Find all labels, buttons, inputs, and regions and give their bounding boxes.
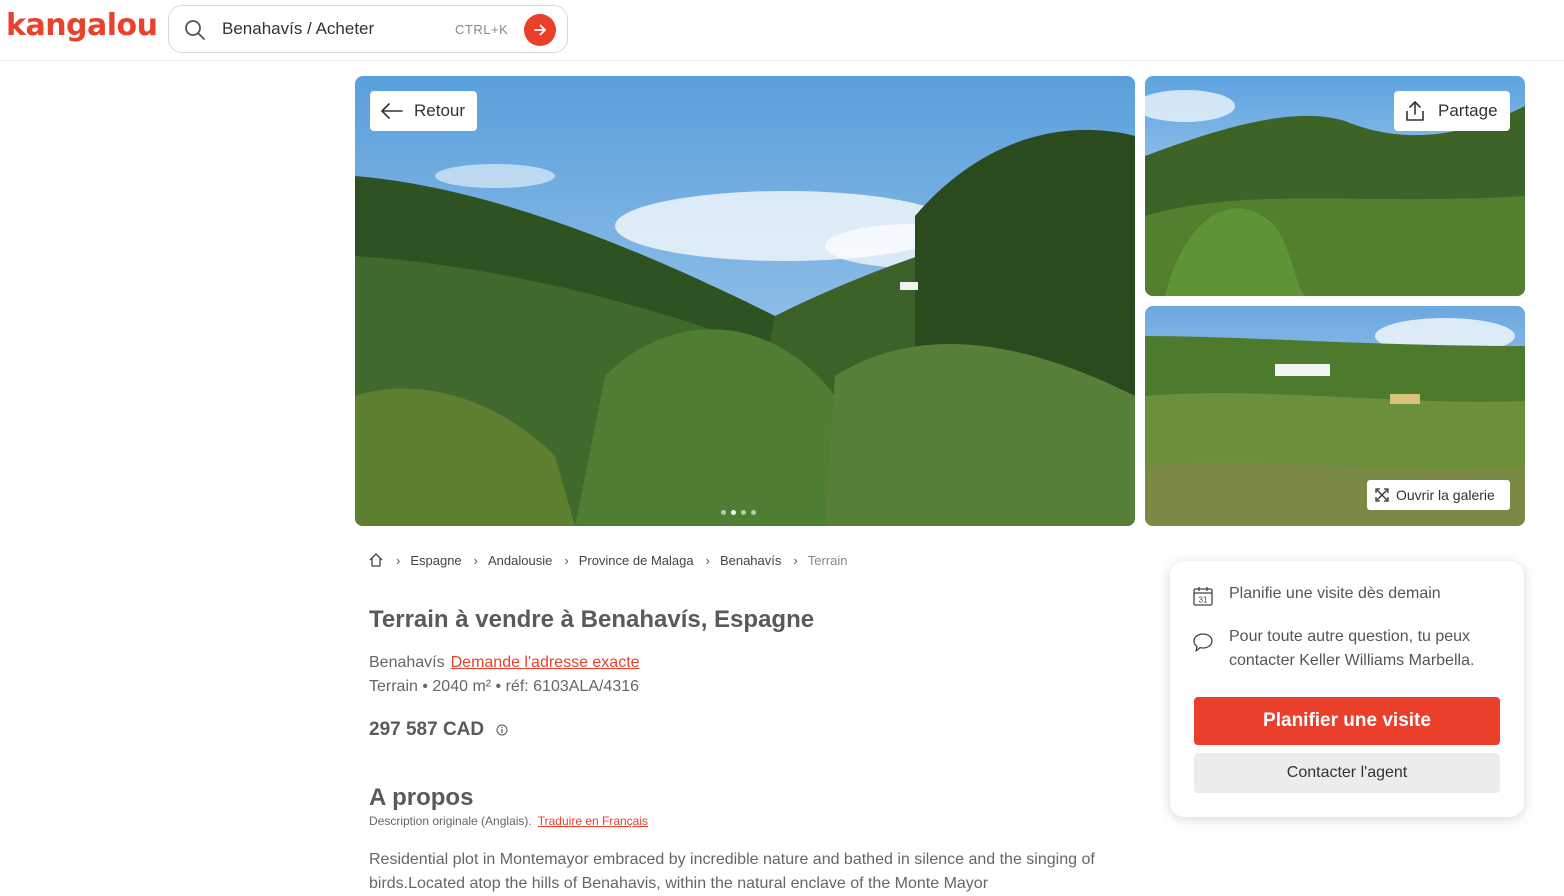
top-header: kangalou Benahavís / Acheter CTRL+K: [0, 0, 1564, 61]
chevron-right-icon: ›: [473, 552, 479, 568]
search-submit-button[interactable]: [524, 14, 556, 46]
carousel-dot[interactable]: [721, 510, 726, 515]
about-subtitle: Description originale (Anglais). Traduire…: [369, 814, 648, 828]
contact-agent-button[interactable]: Contacter l'agent: [1194, 753, 1500, 793]
search-icon: [185, 20, 205, 40]
request-address-link[interactable]: Demande l'adresse exacte: [451, 654, 640, 671]
chat-bubble-icon: [1193, 633, 1213, 652]
about-heading: A propos: [369, 784, 474, 811]
carousel-dot[interactable]: [741, 510, 746, 515]
calendar-icon: 31: [1193, 587, 1213, 606]
visit-info-row: 31 Planifie une visite dès demain: [1192, 585, 1441, 607]
contact-card: 31 Planifie une visite dès demain Pour t…: [1170, 561, 1524, 817]
listing-city: Benahavís: [369, 654, 445, 671]
chevron-right-icon: ›: [564, 552, 569, 568]
price-value: 297 587 CAD: [369, 719, 485, 740]
breadcrumb-item-andalousie[interactable]: Andalousie: [488, 553, 552, 568]
listing-meta: Terrain • 2040 m² • réf: 6103ALA/4316: [369, 678, 640, 695]
listing-price: 297 587 CAD: [369, 719, 508, 741]
chevron-right-icon: ›: [705, 552, 710, 568]
search-bar[interactable]: Benahavís / Acheter CTRL+K: [168, 5, 568, 53]
back-button[interactable]: Retour: [370, 91, 477, 131]
share-button[interactable]: Partage: [1394, 91, 1510, 131]
listing-location: Benahavís Demande l'adresse exacte: [369, 654, 640, 672]
kangalou-logo[interactable]: kangalou: [6, 8, 158, 43]
back-label: Retour: [414, 101, 466, 120]
plan-visit-button[interactable]: Planifier une visite: [1194, 697, 1500, 745]
listing-title: Terrain à vendre à Benahavís, Espagne: [369, 606, 815, 633]
carousel-dot[interactable]: [751, 510, 756, 515]
chevron-right-icon: ›: [396, 552, 401, 568]
open-gallery-button[interactable]: Ouvrir la galerie: [1367, 480, 1510, 510]
expand-icon: [1375, 488, 1389, 502]
carousel-dot-active[interactable]: [731, 510, 736, 515]
arrow-left-icon: [381, 103, 403, 119]
question-info-text: Pour toute autre question, tu peux conta…: [1229, 628, 1475, 669]
breadcrumb-item-espagne[interactable]: Espagne: [410, 553, 461, 568]
search-input[interactable]: Benahavís / Acheter: [222, 19, 374, 39]
info-icon[interactable]: [496, 724, 508, 736]
breadcrumb-item-current: Terrain: [807, 552, 848, 568]
breadcrumb-item-benahavis[interactable]: Benahavís: [720, 553, 781, 568]
main-property-photo[interactable]: [355, 76, 1135, 526]
carousel-dots[interactable]: [721, 510, 756, 515]
visit-info-text: Planifie une visite dès demain: [1229, 585, 1441, 602]
arrow-right-icon: [534, 24, 546, 36]
search-shortcut-hint: CTRL+K: [455, 22, 509, 37]
svg-text:31: 31: [1199, 596, 1208, 605]
chevron-right-icon: ›: [793, 552, 798, 568]
original-language-note: Description originale (Anglais).: [369, 814, 532, 828]
breadcrumb: › Espagne › Andalousie › Province de Mal…: [368, 552, 847, 568]
share-icon: [1406, 101, 1424, 121]
breadcrumb-item-province[interactable]: Province de Malaga: [579, 553, 694, 568]
listing-description: Residential plot in Montemayor embraced …: [369, 851, 1095, 892]
home-icon[interactable]: [368, 552, 384, 568]
open-gallery-label: Ouvrir la galerie: [1396, 487, 1495, 503]
question-info-row: Pour toute autre question, tu peux conta…: [1192, 625, 1499, 673]
translate-link[interactable]: Traduire en Français: [538, 814, 648, 828]
share-label: Partage: [1438, 101, 1498, 120]
